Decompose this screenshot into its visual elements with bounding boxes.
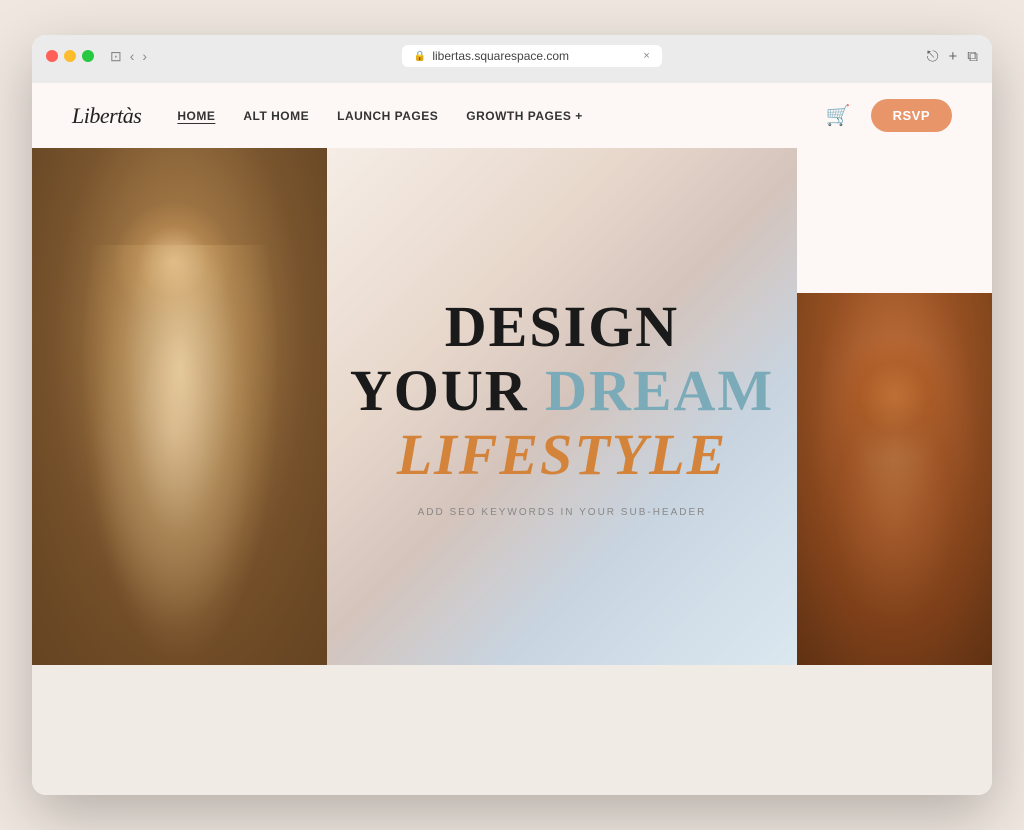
- cart-icon[interactable]: 🛒: [826, 103, 851, 128]
- person-left-overlay: [32, 148, 327, 665]
- headline-dream: DREAM: [545, 358, 774, 423]
- url-text: libertas.squarespace.com: [432, 49, 569, 63]
- headline-your: YOUR: [350, 358, 545, 423]
- hero-right-image: [797, 293, 992, 665]
- nav-links: HOME ALT HOME LAUNCH PAGES GROWTH PAGES …: [177, 109, 582, 123]
- browser-controls: ⊡ ‹ ›: [110, 49, 147, 63]
- nav-link-home[interactable]: HOME: [177, 109, 215, 123]
- share-icon[interactable]: ⎋: [927, 48, 939, 65]
- forward-icon[interactable]: ›: [142, 49, 147, 63]
- browser-chrome: ⊡ ‹ › 🔒 libertas.squarespace.com × ⎋ + ⧉: [32, 35, 992, 83]
- rsvp-button[interactable]: RSVP: [871, 99, 952, 132]
- tabs-icon[interactable]: ⧉: [967, 48, 978, 65]
- back-icon[interactable]: ‹: [130, 49, 135, 63]
- nav-link-alt-home[interactable]: ALT HOME: [243, 109, 309, 123]
- headline-your-dream: YOUR DREAM: [350, 359, 774, 423]
- traffic-lights: [46, 50, 94, 62]
- lock-icon: 🔒: [414, 51, 426, 62]
- address-bar[interactable]: 🔒 libertas.squarespace.com ×: [402, 45, 662, 67]
- fullscreen-button[interactable]: [82, 50, 94, 62]
- site-logo[interactable]: Libertàs: [72, 103, 141, 129]
- close-button[interactable]: [46, 50, 58, 62]
- browser-toolbar-right: ⎋ + ⧉: [927, 48, 978, 65]
- tab-bar: [46, 75, 978, 83]
- bottom-section: [32, 665, 992, 795]
- headline-lifestyle: LIFESTYLE: [350, 423, 774, 487]
- person-right-overlay: [797, 293, 992, 665]
- hero-left-image: [32, 148, 327, 665]
- website-content: Libertàs HOME ALT HOME LAUNCH PAGES GROW…: [32, 83, 992, 795]
- new-tab-icon[interactable]: +: [949, 48, 958, 65]
- hero-section: DESIGN YOUR DREAM LIFESTYLE ADD SEO KEYW…: [32, 148, 992, 665]
- headline-design: DESIGN: [350, 295, 774, 359]
- hero-headline: DESIGN YOUR DREAM LIFESTYLE: [350, 295, 774, 486]
- nav-link-launch-pages[interactable]: LAUNCH PAGES: [337, 109, 438, 123]
- sidebar-toggle-icon[interactable]: ⊡: [110, 49, 122, 63]
- browser-window: ⊡ ‹ › 🔒 libertas.squarespace.com × ⎋ + ⧉: [32, 35, 992, 795]
- tab-close-icon[interactable]: ×: [643, 50, 649, 62]
- nav-link-growth-pages[interactable]: GROWTH PAGES +: [466, 109, 582, 123]
- hero-center: DESIGN YOUR DREAM LIFESTYLE ADD SEO KEYW…: [327, 148, 797, 665]
- minimize-button[interactable]: [64, 50, 76, 62]
- site-nav: Libertàs HOME ALT HOME LAUNCH PAGES GROW…: [32, 83, 992, 148]
- nav-right: 🛒 RSVP: [826, 99, 952, 132]
- hero-subheader: ADD SEO KEYWORDS IN YOUR SUB-HEADER: [418, 507, 707, 518]
